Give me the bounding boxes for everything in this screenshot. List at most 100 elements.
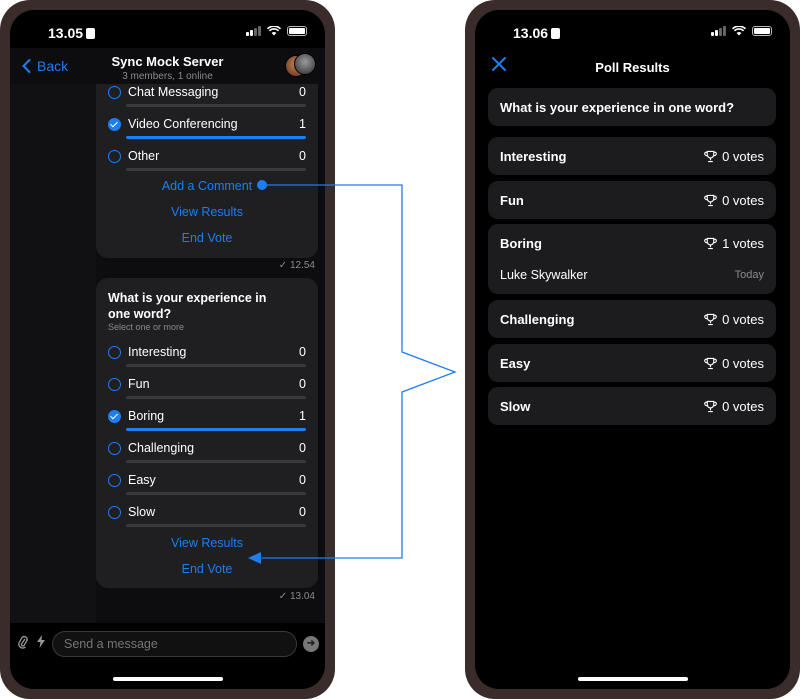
option-bar [126, 136, 306, 139]
poll-option[interactable]: Challenging 0 [108, 438, 306, 468]
voter-name: Luke Skywalker [500, 268, 588, 282]
result-row: Boring 1 votes Luke Skywalker Today [488, 224, 776, 294]
trophy-icon [704, 194, 717, 207]
result-label: Slow [500, 399, 531, 414]
member-avatars[interactable] [285, 53, 316, 79]
option-count: 0 [299, 377, 306, 391]
message-timestamp: ✓ 13.04 [278, 591, 315, 602]
check-icon [108, 118, 121, 131]
option-bar [126, 460, 306, 463]
option-bar [126, 524, 306, 527]
option-count: 0 [299, 473, 306, 487]
signal-icon [246, 26, 261, 36]
result-row: Easy 0 votes [488, 344, 776, 382]
status-icons [246, 26, 307, 36]
trophy-icon [704, 357, 717, 370]
option-label: Video Conferencing [128, 117, 238, 131]
radio-icon [108, 474, 121, 487]
trophy-icon [704, 237, 717, 250]
poll-option[interactable]: Chat Messaging 0 [108, 82, 306, 112]
option-bar [126, 168, 306, 171]
result-label: Fun [500, 193, 524, 208]
result-row: Slow 0 votes [488, 387, 776, 425]
poll-question: What is your experience in one word? [108, 291, 267, 321]
chat-header: Back Sync Mock Server 3 members, 1 onlin… [10, 48, 325, 84]
screen-title: Poll Results [595, 60, 670, 75]
poll-question: What is your experience in one word? [500, 100, 735, 115]
add-comment-button[interactable]: Add a Comment [96, 179, 318, 193]
poll-option[interactable]: Other 0 [108, 146, 306, 176]
option-count: 1 [299, 117, 306, 131]
check-icon [108, 410, 121, 423]
wifi-icon [732, 26, 746, 36]
vote-date: Today [734, 269, 764, 281]
result-row: Fun 0 votes [488, 181, 776, 219]
result-row: Challenging 0 votes [488, 300, 776, 338]
end-vote-button[interactable]: End Vote [96, 231, 318, 245]
option-bar [126, 396, 306, 399]
radio-icon [108, 442, 121, 455]
trophy-icon [704, 313, 717, 326]
status-bar: 13.06 [475, 10, 790, 54]
chat-screen: 13.05 Chat Messaging 0 Video Conferencin… [10, 10, 325, 689]
poll-option[interactable]: Interesting 0 [108, 342, 306, 372]
poll-bubble-2: What is your experience in one word? Sel… [96, 278, 318, 588]
radio-icon [108, 506, 121, 519]
paperclip-icon[interactable] [18, 635, 28, 652]
wifi-icon [267, 26, 281, 36]
result-label: Interesting [500, 149, 567, 164]
result-votes: 0 votes [704, 312, 764, 327]
lightning-icon[interactable] [37, 635, 45, 651]
result-row: Interesting 0 votes [488, 137, 776, 175]
view-results-button[interactable]: View Results [96, 205, 318, 219]
radio-icon [108, 150, 121, 163]
result-label: Easy [500, 356, 531, 371]
chat-title: Sync Mock Server [111, 54, 224, 69]
poll-option[interactable]: Slow 0 [108, 502, 306, 532]
avatar [294, 53, 316, 75]
option-label: Other [128, 149, 160, 163]
poll-bubble-1: Chat Messaging 0 Video Conferencing 1 Ot… [96, 70, 318, 258]
option-label: Chat Messaging [128, 85, 219, 99]
option-label: Challenging [128, 441, 195, 455]
option-label: Slow [128, 505, 156, 519]
option-count: 0 [299, 441, 306, 455]
left-phone-frame: 13.05 Chat Messaging 0 Video Conferencin… [0, 0, 335, 699]
battery-icon [752, 26, 772, 36]
result-votes: 0 votes [704, 193, 764, 208]
radio-icon [108, 86, 121, 99]
trophy-icon [704, 150, 717, 163]
option-label: Fun [128, 377, 150, 391]
poll-option[interactable]: Easy 0 [108, 470, 306, 500]
option-count: 0 [299, 85, 306, 99]
option-label: Interesting [128, 345, 187, 359]
poll-option[interactable]: Boring 1 [108, 406, 306, 436]
option-label: Boring [128, 409, 165, 423]
poll-hint: Select one or more [108, 322, 185, 332]
end-vote-button[interactable]: End Vote [96, 562, 318, 576]
poll-question-card: What is your experience in one word? [488, 88, 776, 126]
poll-option[interactable]: Fun 0 [108, 374, 306, 404]
result-label: Challenging [500, 312, 575, 327]
home-indicator [577, 677, 688, 681]
trophy-icon [704, 400, 717, 413]
view-results-button[interactable]: View Results [96, 536, 318, 550]
result-label: Boring [500, 236, 542, 251]
result-votes: 0 votes [704, 356, 764, 371]
poll-results-screen: 13.06 Poll Results What is your experien… [475, 10, 790, 689]
home-indicator [112, 677, 223, 681]
option-count: 0 [299, 345, 306, 359]
result-votes: 0 votes [704, 149, 764, 164]
message-input[interactable] [52, 631, 297, 657]
chat-gutter [10, 84, 96, 633]
option-count: 1 [299, 409, 306, 423]
status-icons [711, 26, 772, 36]
option-bar [126, 104, 306, 107]
option-bar [126, 428, 306, 431]
id-badge-icon [86, 28, 96, 39]
status-time: 13.06 [513, 25, 561, 41]
poll-option[interactable]: Video Conferencing 1 [108, 114, 306, 144]
result-votes: 1 votes [704, 236, 764, 251]
send-arrow-icon[interactable]: ➜ [303, 636, 319, 652]
option-count: 0 [299, 505, 306, 519]
